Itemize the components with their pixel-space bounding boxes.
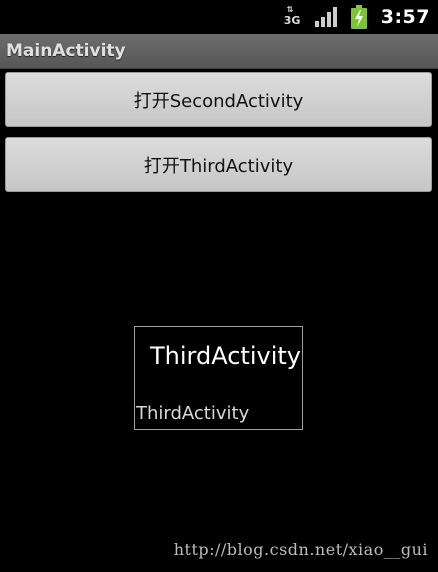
dialog-title: ThirdActivity	[150, 342, 301, 370]
open-second-activity-button[interactable]: 打开SecondActivity	[5, 72, 432, 127]
charging-bolt-icon	[354, 10, 363, 27]
data-arrows-icon: ⇅	[286, 5, 294, 14]
third-activity-dialog: ThirdActivity ThirdActivity	[134, 326, 303, 430]
status-bar: ⇅ 3G 3:57	[0, 0, 438, 34]
title-bar: MainActivity	[0, 34, 438, 69]
watermark-url: http://blog.csdn.net/xiao__gui	[173, 540, 428, 559]
dialog-body-text: ThirdActivity	[136, 403, 250, 424]
network-3g-icon: ⇅ 3G	[283, 6, 301, 28]
network-type-label: 3G	[283, 14, 301, 27]
open-third-activity-button[interactable]: 打开ThirdActivity	[5, 137, 432, 192]
status-icons: ⇅ 3G 3:57	[283, 0, 430, 34]
status-clock: 3:57	[380, 6, 430, 28]
app-title: MainActivity	[6, 41, 126, 61]
signal-strength-icon	[314, 7, 337, 27]
battery-charging-icon	[350, 5, 367, 29]
